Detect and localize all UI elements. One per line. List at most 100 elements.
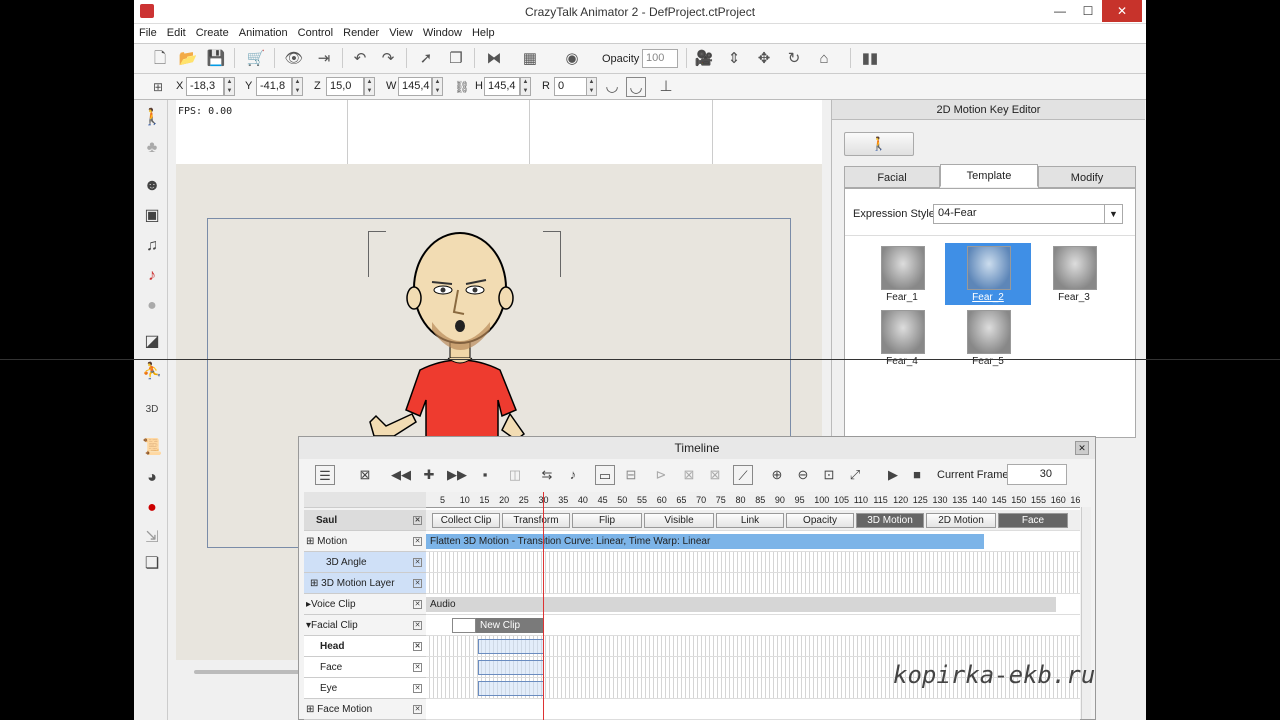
redo-icon[interactable]: ↷ [378, 49, 398, 69]
delete-icon[interactable]: ⊠ [679, 465, 699, 485]
menu-edit[interactable]: Edit [162, 24, 191, 39]
music-icon[interactable]: ♫ [142, 236, 162, 256]
insert-icon[interactable]: ⊳ [651, 465, 671, 485]
close-icon[interactable]: ✕ [413, 579, 422, 588]
image-icon[interactable]: ▣ [142, 206, 162, 226]
w-spinner[interactable]: ▲ ▼ [432, 77, 443, 96]
new-file-icon[interactable]: 🗋 [150, 49, 170, 69]
undo-icon[interactable]: ↶ [350, 49, 370, 69]
face-button[interactable]: Face [998, 513, 1068, 528]
opacity-field[interactable]: 100 [642, 49, 678, 68]
x-spinner[interactable]: ▲ ▼ [224, 77, 235, 96]
face-icon[interactable]: ☻ [142, 176, 162, 196]
fullscreen-icon[interactable]: ⤢ [845, 465, 865, 485]
zoom-in-icon[interactable]: ⊕ [767, 465, 787, 485]
lock-ratio-icon[interactable]: ⛓ [452, 77, 472, 97]
open-folder-icon[interactable]: 📂 [178, 49, 198, 69]
menu-create[interactable]: Create [191, 24, 234, 39]
face-key-range[interactable] [478, 660, 544, 675]
panel-toggle-icon[interactable]: ▮▮ [860, 49, 880, 69]
duplicate-icon[interactable]: ❐ [446, 49, 466, 69]
menu-window[interactable]: Window [418, 24, 467, 39]
transform-button[interactable]: Transform [502, 513, 570, 528]
prev-key-icon[interactable]: ◀◀ [391, 465, 411, 485]
curve-editor-icon[interactable]: ⟋ [733, 465, 753, 485]
menu-file[interactable]: File [134, 24, 162, 39]
close-icon[interactable]: ✕ [413, 516, 422, 525]
z-field[interactable]: 15,0 [326, 77, 364, 96]
curve-icon[interactable]: ◡ [602, 77, 622, 97]
prop-icon[interactable]: ♣ [142, 138, 162, 158]
new-clip-bar[interactable]: New Clip [476, 618, 544, 633]
next-key-icon[interactable]: ▶▶ [447, 465, 467, 485]
layers-icon[interactable]: ❏ [142, 554, 162, 574]
cart-icon[interactable]: 🛒 [246, 49, 266, 69]
flip-button[interactable]: Flip [572, 513, 642, 528]
tab-template[interactable]: Template [940, 164, 1038, 187]
x-field[interactable]: -18,3 [186, 77, 224, 96]
visible-button[interactable]: Visible [644, 513, 714, 528]
tab-facial[interactable]: Facial [844, 166, 940, 188]
minimize-button[interactable]: — [1046, 0, 1074, 22]
figure-icon[interactable]: ⛹ [142, 362, 162, 382]
zoom-fit-icon[interactable]: ⊡ [819, 465, 839, 485]
close-icon[interactable]: ✕ [413, 684, 422, 693]
close-icon[interactable]: ✕ [413, 642, 422, 651]
close-icon[interactable]: ✕ [413, 537, 422, 546]
eye-key-range[interactable] [478, 681, 544, 696]
record-icon[interactable]: ● [142, 498, 162, 518]
close-icon[interactable]: ✕ [413, 600, 422, 609]
visibility-icon[interactable]: ◉ [562, 49, 582, 69]
track-head[interactable]: Head ✕ [304, 636, 426, 657]
save-icon[interactable]: 💾 [206, 49, 226, 69]
close-icon[interactable]: ✕ [1075, 441, 1089, 455]
r-field[interactable]: 0 [554, 77, 590, 96]
home-icon[interactable]: ⌂ [814, 49, 834, 69]
rotate-icon[interactable]: ↻ [784, 49, 804, 69]
motion-icon[interactable]: ◕ [142, 468, 162, 488]
script-icon[interactable]: 📜 [142, 438, 162, 458]
template-fear-3[interactable]: Fear_3 [1031, 243, 1117, 305]
empty-clip[interactable] [452, 618, 476, 633]
export-icon[interactable]: ⇥ [314, 49, 334, 69]
template-fear-1[interactable]: Fear_1 [859, 243, 945, 305]
menu-render[interactable]: Render [338, 24, 384, 39]
y-field[interactable]: -41,8 [256, 77, 292, 96]
close-icon[interactable]: ✕ [413, 705, 422, 714]
track-face[interactable]: Face ✕ [304, 657, 426, 678]
move-vertical-icon[interactable]: ⇕ [724, 49, 744, 69]
split-icon[interactable]: ◫ [505, 465, 525, 485]
zoom-out-icon[interactable]: ⊖ [793, 465, 813, 485]
menu-animation[interactable]: Animation [234, 24, 293, 39]
fit-icon[interactable]: ⊠ [355, 465, 375, 485]
maximize-button[interactable]: ☐ [1074, 0, 1102, 22]
remove-icon[interactable]: ⊠ [705, 465, 725, 485]
actor-icon[interactable]: 🚶 [142, 108, 162, 128]
preview-icon[interactable]: 👁 [284, 49, 304, 69]
play-icon[interactable]: ▶ [883, 465, 903, 485]
loop-icon[interactable]: ⇆ [537, 465, 557, 485]
r-spinner[interactable]: ▲ ▼ [586, 77, 597, 96]
track-face-motion[interactable]: ⊞ Face Motion ✕ [304, 699, 426, 720]
head-key-range[interactable] [478, 639, 544, 654]
close-icon[interactable]: ✕ [413, 558, 422, 567]
track-voice-clip[interactable]: ▸Voice Clip ✕ [304, 594, 426, 615]
chevron-down-icon[interactable]: ▼ [1104, 205, 1122, 223]
add-key-icon[interactable]: ✚ [419, 465, 439, 485]
z-spinner[interactable]: ▲ ▼ [364, 77, 375, 96]
track-facial-clip[interactable]: ▾Facial Clip ✕ [304, 615, 426, 636]
music-note-icon[interactable]: ♪ [563, 465, 583, 485]
track-list-icon[interactable]: ☰ [315, 465, 335, 485]
motion-clip-bar[interactable]: Flatten 3D Motion - Transition Curve: Li… [426, 534, 984, 549]
compress-icon[interactable]: ⊟ [621, 465, 641, 485]
character-saul[interactable] [366, 230, 566, 440]
expression-style-select[interactable]: 04-Fear ▼ [933, 204, 1123, 224]
current-frame-input[interactable]: 30 [1007, 464, 1067, 485]
curve-selected-icon[interactable]: ◡ [626, 77, 646, 97]
flip-icon[interactable]: ⧓ [484, 49, 504, 69]
close-button[interactable]: ✕ [1102, 0, 1142, 22]
camera-icon[interactable]: 🎥 [694, 49, 714, 69]
grid-icon[interactable]: ⊞ [148, 77, 168, 97]
track-motion[interactable]: ⊞ Motion ✕ [304, 531, 426, 552]
layer-order-icon[interactable]: ▦ [520, 49, 540, 69]
